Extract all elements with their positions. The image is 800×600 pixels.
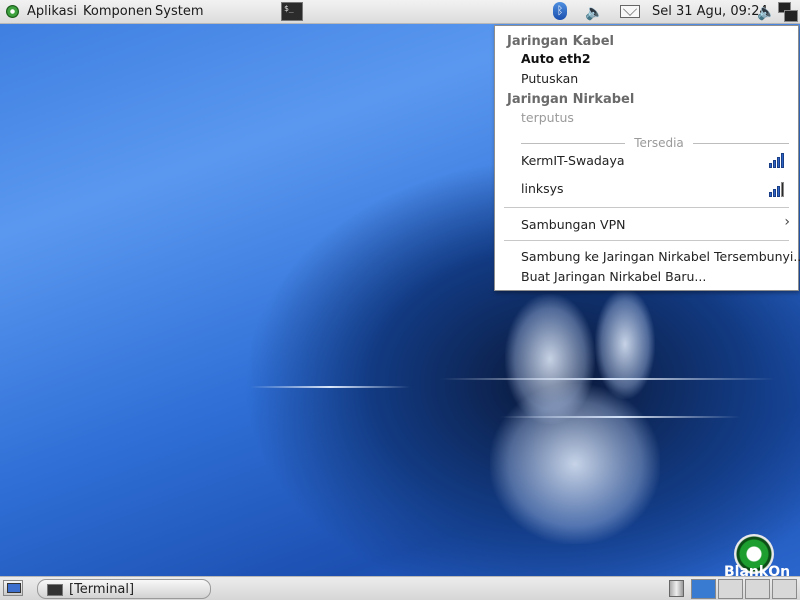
chevron-right-icon: › <box>784 214 790 230</box>
vpn-connections-item[interactable]: Sambungan VPN <box>521 217 625 232</box>
menu-separator <box>504 207 789 208</box>
taskbar-item-label: [Terminal] <box>69 582 135 597</box>
wired-header: Jaringan Kabel <box>507 34 615 49</box>
menu-applications[interactable]: Aplikasi <box>27 4 77 19</box>
network-item-kermit[interactable]: KermIT-Swadaya <box>521 153 625 168</box>
wireless-header: Jaringan Nirkabel <box>507 92 635 107</box>
menu-components[interactable]: Komponen <box>83 4 152 19</box>
disconnect-item[interactable]: Putuskan <box>521 71 578 86</box>
bluetooth-icon[interactable]: ᛒ <box>553 2 567 20</box>
connect-hidden-network-item[interactable]: Sambung ke Jaringan Nirkabel Tersembunyi… <box>521 249 800 264</box>
menu-system[interactable]: System <box>155 4 203 19</box>
network-item-linksys[interactable]: linksys <box>521 181 564 196</box>
clock[interactable]: Sel 31 Agu, 09:24 <box>652 4 768 19</box>
wireless-status: terputus <box>521 110 574 125</box>
create-network-item[interactable]: Buat Jaringan Nirkabel Baru... <box>521 269 706 284</box>
wallpaper-water-line <box>250 386 410 388</box>
available-separator: Tersedia <box>521 136 789 150</box>
wired-connection-item[interactable]: Auto eth2 <box>521 51 591 66</box>
bottom-panel: [Terminal] <box>0 576 800 600</box>
terminal-launcher-icon[interactable]: $_ <box>281 2 303 21</box>
top-panel: Aplikasi Komponen System $_ ᛒ 🔈 Sel 31 A… <box>0 0 800 24</box>
workspace-1[interactable] <box>691 579 716 599</box>
wallpaper-splash <box>595 289 655 399</box>
mail-icon[interactable] <box>620 5 640 18</box>
signal-strength-icon <box>769 182 787 197</box>
network-icon[interactable] <box>775 2 798 22</box>
volume-icon[interactable]: 🔈 <box>585 3 604 21</box>
taskbar-item-terminal[interactable]: [Terminal] <box>37 579 211 599</box>
menu-separator <box>504 240 789 241</box>
workspace-2[interactable] <box>718 579 743 599</box>
trash-icon[interactable] <box>669 580 684 597</box>
distro-logo-icon[interactable] <box>6 5 19 18</box>
workspace-4[interactable] <box>772 579 797 599</box>
signal-strength-icon <box>769 153 787 168</box>
brand-text: BlankOn <box>724 564 791 576</box>
wallpaper-bubbles <box>490 384 660 544</box>
network-menu: Jaringan Kabel Auto eth2 Putuskan Jaring… <box>494 25 800 291</box>
volume-secondary-icon[interactable]: 🔈 <box>757 3 776 21</box>
show-desktop-icon[interactable] <box>3 580 23 596</box>
available-label: Tersedia <box>634 136 684 150</box>
terminal-icon <box>47 584 63 596</box>
workspace-3[interactable] <box>745 579 770 599</box>
